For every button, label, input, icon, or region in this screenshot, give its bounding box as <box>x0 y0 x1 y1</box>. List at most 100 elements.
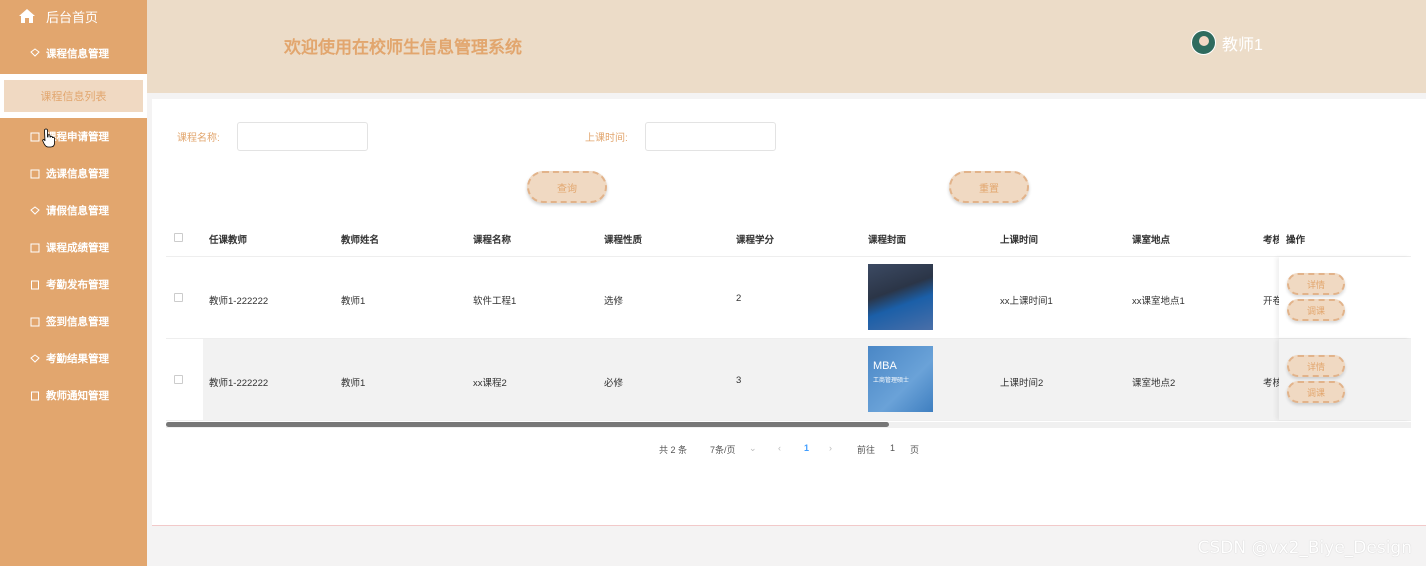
cell-room: 课室地点2 <box>1132 378 1176 389</box>
col-header: 上课时间 <box>1000 235 1039 246</box>
adjust-course-button[interactable]: 调课 <box>1287 299 1345 321</box>
row-checkbox[interactable] <box>174 293 183 302</box>
detail-button[interactable]: 详情 <box>1287 273 1345 295</box>
table-row: 教师1-222222 教师1 软件工程1 选修 2 xx上课时间1 xx课室地点… <box>166 257 1411 339</box>
page-unit: 页 <box>910 445 920 455</box>
detail-button[interactable]: 详情 <box>1287 355 1345 377</box>
cell-course-name: 软件工程1 <box>473 296 517 307</box>
col-header: 考核 <box>1263 235 1279 246</box>
col-header: 课程性质 <box>604 235 643 246</box>
menu-label: 选课信息管理 <box>46 168 109 180</box>
course-cover-image: MBA 工商管理硕士 <box>868 346 933 412</box>
col-header: 课程封面 <box>868 235 907 246</box>
course-name-label: 课程名称: <box>177 133 220 144</box>
cell-credit: 3 <box>736 375 742 386</box>
menu-attendance-result[interactable]: 考勤结果管理 <box>0 340 147 377</box>
col-header: 任课教师 <box>209 235 248 246</box>
select-all-checkbox[interactable] <box>174 233 183 242</box>
doc-icon <box>31 391 39 400</box>
home-link[interactable]: 后台首页 <box>0 0 147 32</box>
course-cover-image <box>868 264 933 330</box>
scrollbar-thumb[interactable] <box>166 422 889 427</box>
diamond-icon <box>30 353 40 363</box>
row-checkbox[interactable] <box>174 375 183 384</box>
chevron-down-icon: ⌄ <box>749 443 757 453</box>
menu-label: 请假信息管理 <box>46 205 109 217</box>
avatar <box>1191 30 1216 55</box>
cell-time: xx上课时间1 <box>1000 296 1053 307</box>
cell-credit: 2 <box>736 293 742 304</box>
top-header: 欢迎使用在校师生信息管理系统 教师1 <box>147 0 1426 93</box>
ops-cell: 详情 调课 <box>1279 257 1411 338</box>
cell-teacher-name: 教师1 <box>341 378 366 389</box>
menu-label: 签到信息管理 <box>46 316 109 328</box>
pager-total: 共 2 条 <box>659 445 688 455</box>
cell-exam: 开卷 <box>1263 296 1279 307</box>
cell-course-name: xx课程2 <box>473 378 507 389</box>
doc-icon <box>31 280 39 289</box>
content-panel: 课程名称: 上课时间: 查询 重置 任课教师 教师姓名 课程名称 课程性质 课程… <box>152 99 1426 526</box>
cell-teacher-account: 教师1-222222 <box>209 296 269 307</box>
chart-icon <box>30 243 40 252</box>
menu-label: 课程成绩管理 <box>46 242 109 254</box>
course-name-input[interactable] <box>237 122 368 151</box>
menu-label: 教师通知管理 <box>46 390 109 402</box>
hand-cursor-icon <box>42 128 55 148</box>
checkbox-cell <box>166 339 203 420</box>
course-icon <box>30 48 40 57</box>
col-header: 教师姓名 <box>341 235 380 246</box>
cell-exam: 考核 <box>1263 378 1279 389</box>
col-header: 课程学分 <box>736 235 775 246</box>
home-icon <box>19 9 35 23</box>
prev-page-button[interactable]: ‹ <box>778 443 781 453</box>
user-menu[interactable]: 教师1 <box>1191 30 1263 55</box>
menu-leave[interactable]: 请假信息管理 <box>0 192 147 229</box>
menu-course-select[interactable]: 选课信息管理 <box>0 155 147 192</box>
edit-icon <box>30 132 40 141</box>
menu-signin[interactable]: 签到信息管理 <box>0 303 147 340</box>
cover-text: MBA <box>873 360 897 372</box>
list-icon <box>30 169 40 178</box>
menu-course-info[interactable]: 课程信息管理 <box>0 32 147 74</box>
horizontal-scrollbar[interactable] <box>166 422 1411 428</box>
sidebar: 后台首页 课程信息管理 课程信息列表 课程申请管理 选课信息管理 请假信息管理 … <box>0 0 147 566</box>
cover-subtext: 工商管理硕士 <box>873 378 910 384</box>
col-header: 课室地点 <box>1132 235 1171 246</box>
edit-icon <box>30 317 40 326</box>
cell-time: 上课时间2 <box>1000 378 1044 389</box>
menu-label: 考勤发布管理 <box>46 279 109 291</box>
user-name: 教师1 <box>1222 36 1263 54</box>
submenu-course-list[interactable]: 课程信息列表 <box>0 74 147 118</box>
course-table: 任课教师 教师姓名 课程名称 课程性质 课程学分 课程封面 上课时间 课室地点 … <box>166 218 1411 421</box>
table-row: 教师1-222222 教师1 xx课程2 必修 3 MBA 工商管理硕士 上课时… <box>166 339 1411 421</box>
page-size-select[interactable]: 7条/页 <box>710 443 736 456</box>
submenu-label: 课程信息列表 <box>4 80 143 112</box>
watermark: CSDN @vx2_Biye_Design <box>1197 538 1412 558</box>
menu-teacher-notice[interactable]: 教师通知管理 <box>0 377 147 414</box>
ops-header-cell: 操作 <box>1279 218 1411 256</box>
menu-course-apply[interactable]: 课程申请管理 <box>0 118 147 155</box>
cell-nature: 选修 <box>604 296 624 307</box>
col-header: 课程名称 <box>473 235 512 246</box>
cell-room: xx课室地点1 <box>1132 296 1185 307</box>
query-button[interactable]: 查询 <box>527 171 607 203</box>
reset-button[interactable]: 重置 <box>949 171 1029 203</box>
cell-teacher-account: 教师1-222222 <box>209 378 269 389</box>
menu-attendance-publish[interactable]: 考勤发布管理 <box>0 266 147 303</box>
cell-teacher-name: 教师1 <box>341 296 366 307</box>
adjust-course-button[interactable]: 调课 <box>1287 381 1345 403</box>
home-label: 后台首页 <box>46 9 99 25</box>
menu-label: 课程信息管理 <box>46 47 109 60</box>
page-number-current[interactable]: 1 <box>804 443 809 453</box>
ops-cell: 详情 调课 <box>1279 339 1411 420</box>
goto-label: 前往 <box>857 445 876 455</box>
next-page-button[interactable]: › <box>829 443 832 453</box>
cell-nature: 必修 <box>604 378 624 389</box>
col-header: 操作 <box>1286 235 1306 246</box>
table-header: 任课教师 教师姓名 课程名称 课程性质 课程学分 课程封面 上课时间 课室地点 … <box>166 218 1411 257</box>
page-title: 欢迎使用在校师生信息管理系统 <box>284 38 522 57</box>
menu-grades[interactable]: 课程成绩管理 <box>0 229 147 266</box>
diamond-icon <box>30 205 40 215</box>
class-time-input[interactable] <box>645 122 776 151</box>
goto-page-input[interactable]: 1 <box>890 443 895 453</box>
